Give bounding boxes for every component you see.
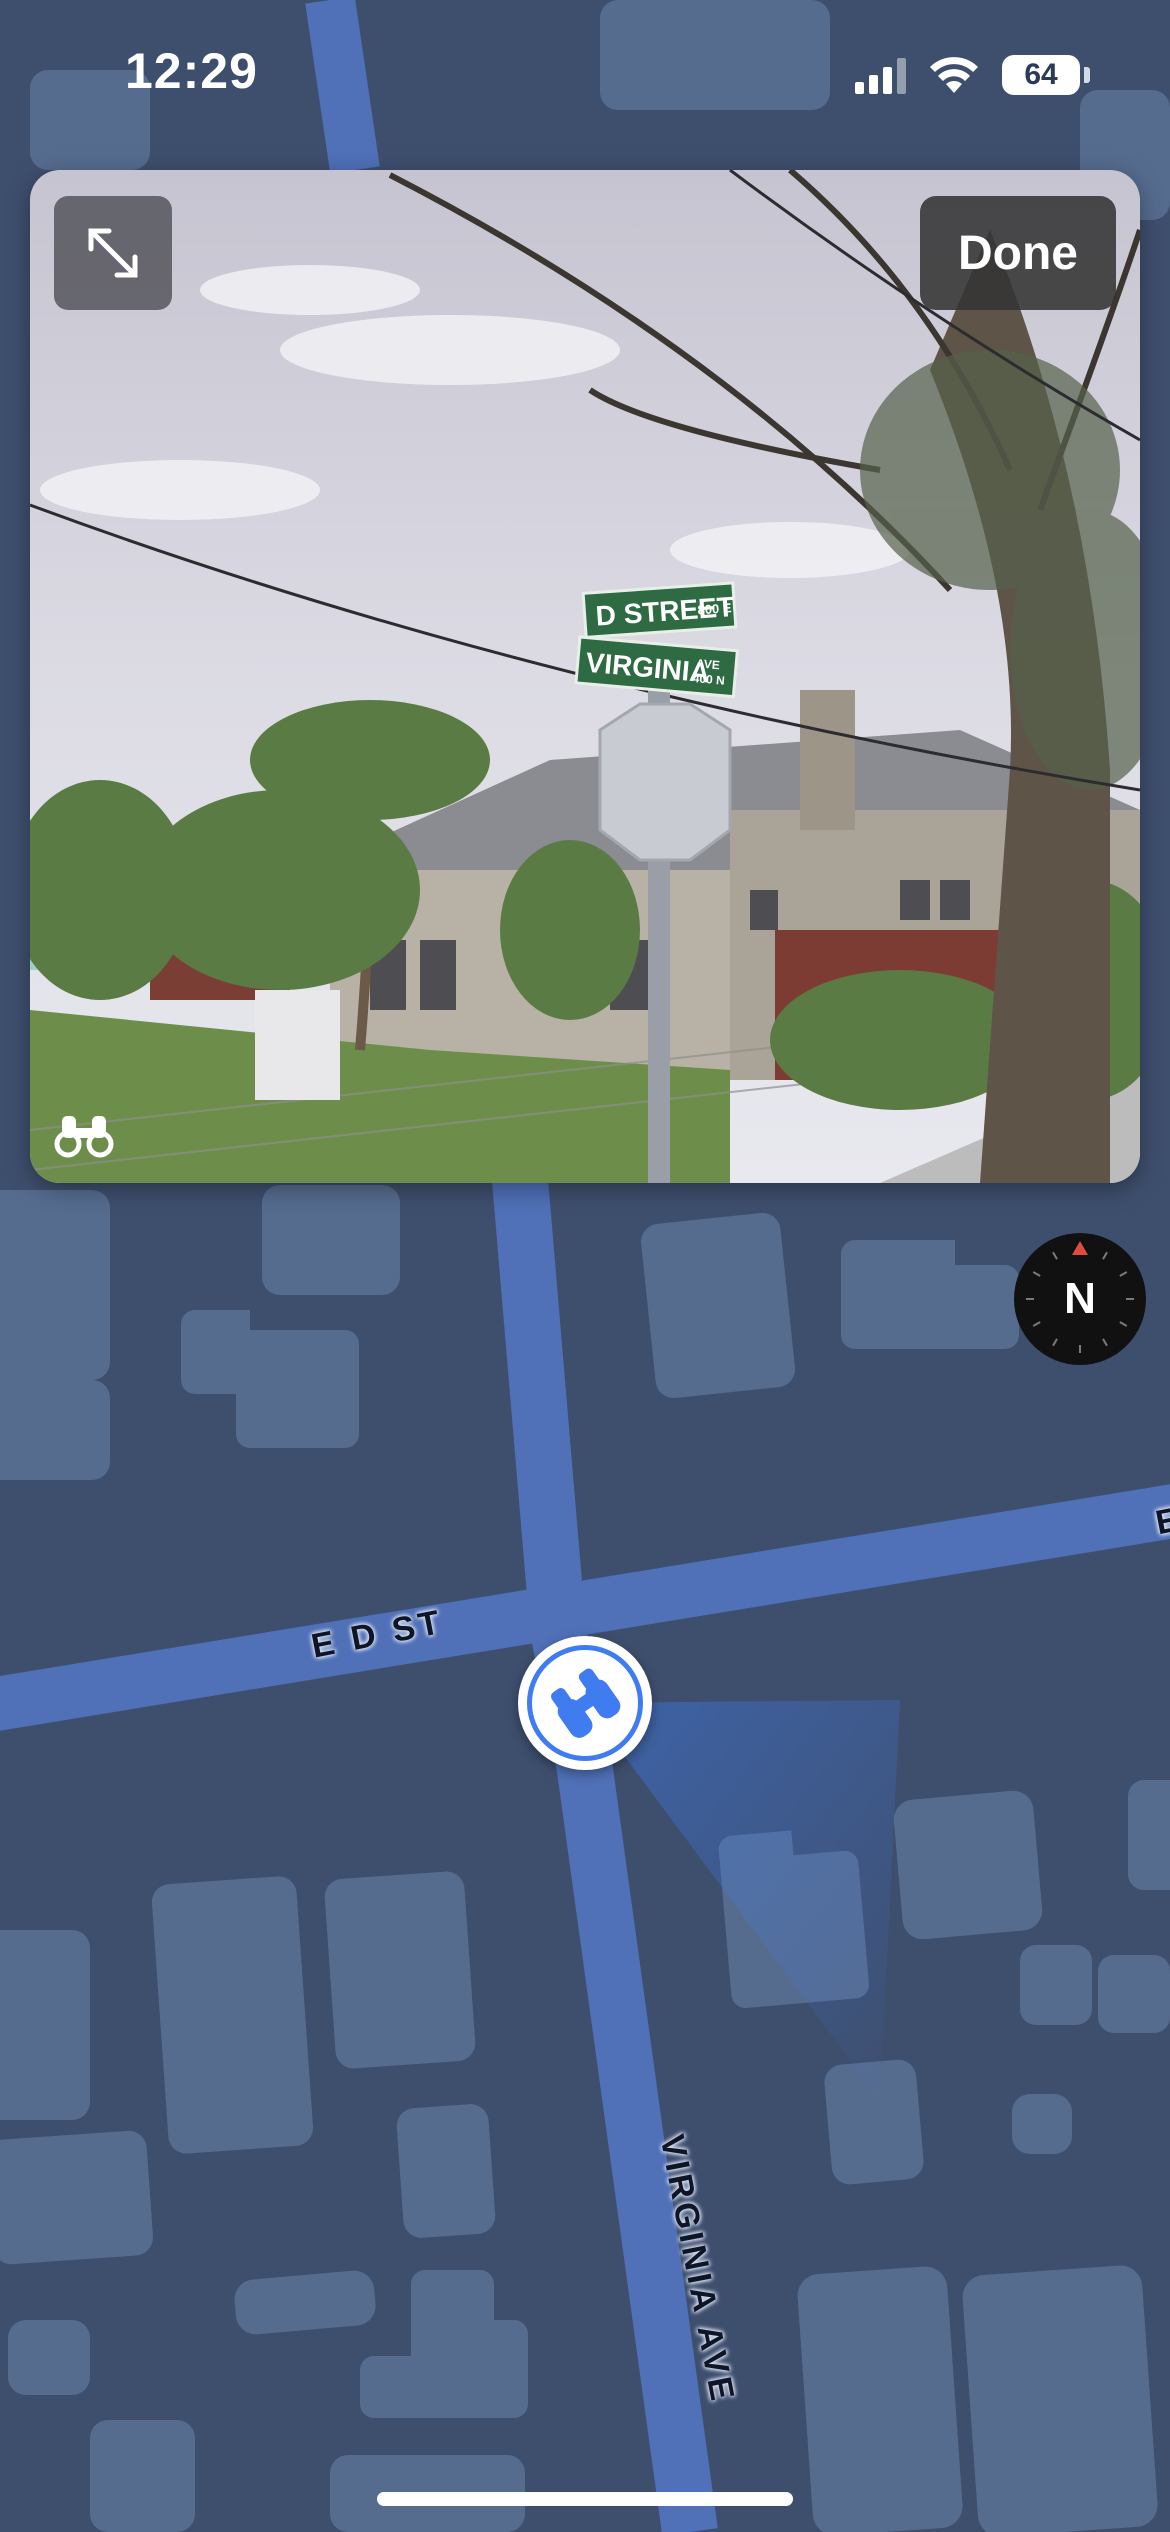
sign-block-2a: AVE xyxy=(696,656,721,672)
street-view-photo[interactable]: D STREET 800 E VIRGINIA AVE 400 N xyxy=(30,170,1140,1183)
wifi-icon xyxy=(930,57,978,93)
look-around-pin[interactable] xyxy=(518,1636,652,1770)
status-indicators: 64 xyxy=(855,50,1090,100)
binoculars-pin-icon xyxy=(550,1668,621,1738)
sign-block-2b: 400 N xyxy=(692,671,725,688)
expand-arrows-icon xyxy=(88,228,138,278)
look-around-panel[interactable]: D STREET 800 E VIRGINIA AVE 400 N Done xyxy=(30,170,1140,1183)
sign-block-1: 800 E xyxy=(697,600,732,617)
status-bar: 12:29 64 xyxy=(0,0,1170,150)
status-time: 12:29 xyxy=(125,43,258,99)
battery-tip xyxy=(1084,67,1090,83)
compass-button[interactable]: N xyxy=(1014,1233,1146,1365)
binoculars-icon xyxy=(54,1116,114,1158)
compass-letter: N xyxy=(1064,1274,1096,1323)
cellular-signal-icon xyxy=(855,56,906,94)
expand-button[interactable] xyxy=(54,196,172,310)
battery-icon: 64 xyxy=(1002,55,1080,95)
look-around-pin-ring xyxy=(527,1645,643,1761)
done-button[interactable]: Done xyxy=(920,196,1116,310)
home-indicator[interactable] xyxy=(377,2492,793,2506)
battery-level: 64 xyxy=(1024,58,1058,91)
